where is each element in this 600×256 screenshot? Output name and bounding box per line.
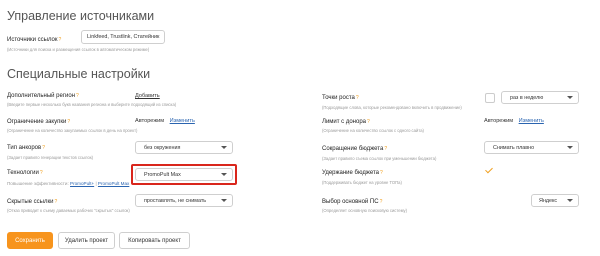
chevron-down-icon [221,146,227,149]
chevron-down-icon [567,146,573,149]
anchor-type-select[interactable]: без окружения [135,141,233,154]
chevron-down-icon [567,199,573,202]
budget-hold-label: Удержание бюджета? [322,170,383,176]
special-title: Специальные настройки [7,67,151,81]
donor-limit-value: Авторежим Изменить [484,118,544,124]
purchase-limit-change-link[interactable]: Изменить [170,118,195,124]
main-ps-select[interactable]: Яндекс [531,194,579,207]
promopult-plus-link[interactable]: PromoPult+ [70,181,94,186]
region-hint: (Введите первые несколько букв названия … [7,102,177,107]
technologies-label: Технологии? [7,170,43,176]
help-icon[interactable]: ? [40,170,43,176]
donor-limit-label: Лимит с донора? [322,119,370,125]
help-icon[interactable]: ? [67,119,70,125]
help-icon[interactable]: ? [356,95,359,101]
budget-cut-select[interactable]: Снимать плавно [484,141,579,154]
donor-limit-hint: (Ограничение на количество ссылок с одно… [322,128,424,133]
purchase-limit-label: Ограничение закупки? [7,119,71,125]
main-ps-hint: (Определяет основную поисковую систему) [322,208,408,213]
help-icon[interactable]: ? [380,170,383,176]
purchase-limit-value: Авторежим Изменить [135,118,195,124]
purchase-limit-hint: (Ограничение на количество закупаемых сс… [7,128,138,133]
donor-limit-change-link[interactable]: Изменить [519,118,544,124]
hidden-links-label: Скрытые ссылки? [7,199,58,205]
anchor-type-label: Тип анкоров? [7,145,45,151]
links-source-label: Источники ссылок? [7,37,62,43]
help-icon[interactable]: ? [54,199,57,205]
help-icon[interactable]: ? [58,37,61,43]
help-icon[interactable]: ? [380,199,383,205]
save-button[interactable]: Сохранить [7,232,53,249]
budget-cut-label: Сокращение бюджета? [322,146,388,152]
help-icon[interactable]: ? [76,93,79,99]
growth-point-checkbox[interactable] [485,93,495,103]
promopult-max-link[interactable]: PromoPult Max [98,181,129,186]
help-icon[interactable]: ? [367,119,370,125]
budget-cut-hint: (Задает правило съема ссылок при уменьше… [322,156,437,161]
hidden-links-select[interactable]: проставлять, не снимать [135,194,233,207]
add-region-link[interactable]: Добавить [135,93,160,99]
main-ps-label: Выбор основной ПС? [322,199,383,205]
help-icon[interactable]: ? [384,146,387,152]
budget-hold-hint: (Поддерживать бюджет на уровне ТОПа) [322,180,402,185]
growth-point-hint: (Подходящие слова, которые рекомендовано… [322,105,462,110]
technologies-select[interactable]: PromoPult Max [135,168,233,181]
sources-title: Управление источниками [7,9,155,23]
hidden-links-hint: (Отказ приводит к съему даваемых рабочих… [7,208,130,213]
technologies-hint: Повышение эффективности: PromoPult+ | Pr… [7,181,130,186]
budget-hold-checkmark-icon[interactable] [485,165,493,174]
chevron-down-icon [221,199,227,202]
help-icon[interactable]: ? [42,145,45,151]
growth-point-label: Точки роста? [322,95,359,101]
links-source-chip[interactable]: Linkfeed, Trustlink, Статейник [81,30,166,44]
chevron-down-icon [567,96,573,99]
links-source-hint: (Источники для поиска и размещения ссыло… [7,47,150,52]
chevron-down-icon [221,173,227,176]
copy-project-button[interactable]: Копировать проект [119,232,190,249]
delete-project-button[interactable]: Удалить проект [58,232,115,249]
anchor-type-hint: (Задает правило генерации текстов ссылок… [7,155,94,160]
region-label: Дополнительный регион? [7,93,79,99]
growth-point-select[interactable]: раз в неделю [501,91,579,104]
